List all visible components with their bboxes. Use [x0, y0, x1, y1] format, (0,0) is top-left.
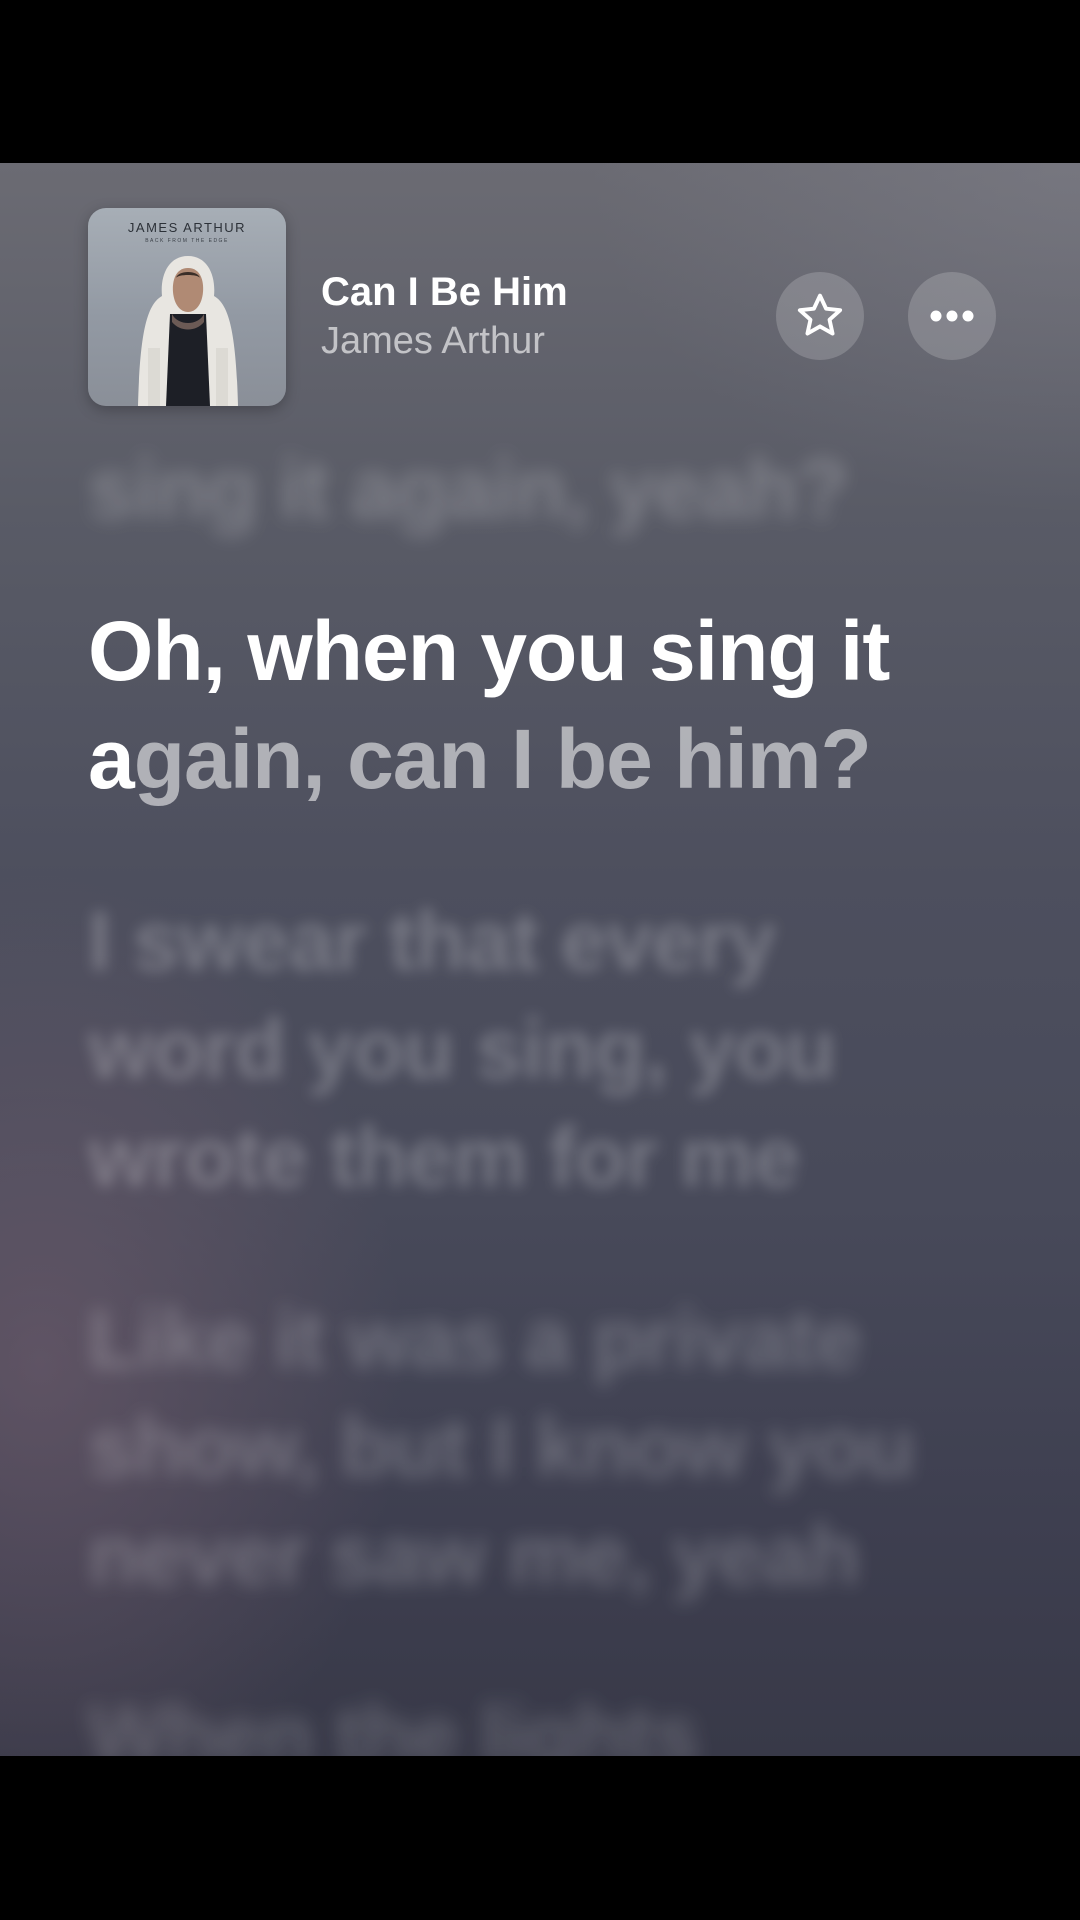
- lyric-line: never saw me, yeah: [88, 1508, 860, 1602]
- lyric-next[interactable]: I swear that every word you sing, you wr…: [88, 887, 968, 1211]
- artwork-artist-text: JAMES ARTHUR: [127, 220, 247, 235]
- lyric-previous[interactable]: sing it again, yeah?: [88, 435, 968, 543]
- lyric-line: When the lights: [88, 1688, 699, 1756]
- more-options-button[interactable]: [908, 272, 996, 360]
- album-artwork[interactable]: JAMES ARTHUR BACK FROM THE EDGE: [88, 208, 286, 406]
- lyric-line: word you sing, you: [88, 1002, 836, 1096]
- artwork-album-text: BACK FROM THE EDGE: [145, 238, 229, 244]
- letterbox-bottom: [0, 1756, 1080, 1920]
- favorite-button[interactable]: [776, 272, 864, 360]
- song-artist[interactable]: James Arthur: [321, 316, 741, 366]
- song-title: Can I Be Him: [321, 270, 568, 314]
- lyric-line: Like it was a private: [88, 1292, 862, 1386]
- lyric-sung-text: Oh, when you sing it: [88, 604, 890, 698]
- lyric-line: show, but I know you: [88, 1400, 915, 1494]
- lyric-unsung-text: gain, can I be him?: [133, 712, 872, 806]
- lyric-line: sing it again, yeah?: [88, 442, 849, 536]
- ellipsis-icon: [930, 310, 974, 322]
- lyric-next[interactable]: Like it was a private show, but I know y…: [88, 1285, 968, 1609]
- lyrics-screen: JAMES ARTHUR BACK FROM THE EDGE Can I Be…: [0, 163, 1080, 1756]
- letterbox-top: [0, 0, 1080, 163]
- now-playing-header: JAMES ARTHUR BACK FROM THE EDGE Can I Be…: [88, 208, 1000, 406]
- lyric-line: again, can I be him?: [88, 705, 968, 813]
- lyric-current[interactable]: Oh, when you sing it again, can I be him…: [88, 597, 968, 813]
- star-outline-icon: [797, 293, 843, 336]
- lyric-line: Oh, when you sing it: [88, 597, 968, 705]
- lyric-next[interactable]: When the lights: [88, 1681, 968, 1756]
- lyric-line: I swear that every: [88, 894, 776, 988]
- lyric-line: wrote them for me: [88, 1110, 800, 1204]
- artist-photo: [138, 256, 238, 406]
- song-info[interactable]: Can I Be Him James Arthur: [321, 268, 741, 366]
- lyric-sung-text: a: [88, 712, 135, 806]
